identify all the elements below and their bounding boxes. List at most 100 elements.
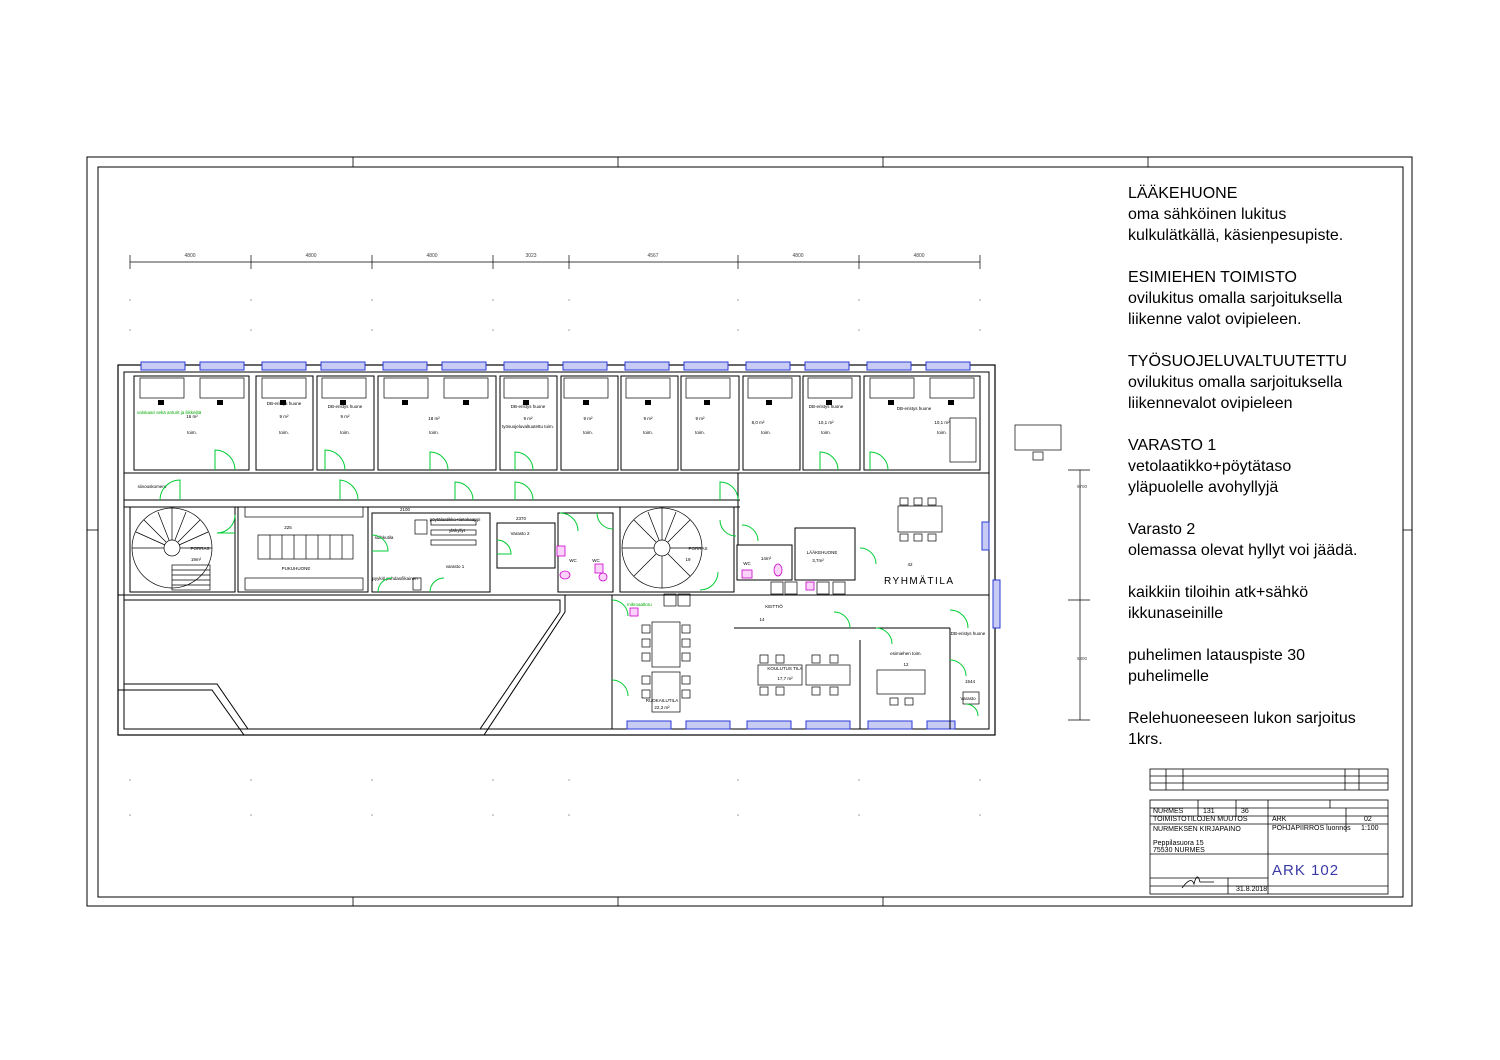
tb-block: 131 [1203, 808, 1215, 815]
dim-label: 1544 [965, 679, 976, 684]
note-line: LÄÄKEHUONE [1128, 185, 1238, 202]
note-line: yläpuolelle avohyllyjä [1128, 479, 1279, 496]
note-line: vetolaatikko+pöytätaso [1128, 458, 1292, 475]
room-label: esimiehen toim. [890, 651, 922, 656]
tb-address: Peppilasuora 15 [1153, 840, 1204, 847]
tb-scale: 1:100 [1361, 825, 1379, 832]
doors [159, 449, 979, 717]
room-label: 42 [907, 562, 913, 567]
note-esimiehen-toimisto: ESIMIEHEN TOIMISTO ovilukitus omalla sar… [1128, 267, 1398, 330]
room-label: toim. [340, 430, 350, 435]
room-label: KEITTIÖ [765, 603, 783, 609]
dim-label: 2100 [400, 507, 411, 512]
room-label: KOULUTUS TILA [767, 666, 802, 671]
room-label: toim. [937, 430, 947, 435]
note-line: 1krs. [1128, 731, 1163, 748]
tb-discipline: ARK [1272, 816, 1287, 823]
room-label: DB-eristys huone [897, 406, 932, 411]
note-line: oma sähköinen lukitus [1128, 206, 1287, 223]
note-line: liikenne valot ovipieleen. [1128, 311, 1302, 328]
note-line: kulkulätkällä, käsienpesupiste. [1128, 227, 1344, 244]
note-line: ovilukitus omalla sarjoituksella [1128, 374, 1343, 391]
tb-drawing-no: 02 [1364, 816, 1372, 823]
middle-walls [124, 473, 989, 729]
room-label: siivouskomero [138, 484, 167, 489]
room-label: toim. [695, 430, 705, 435]
room-label: 9 m² [341, 414, 351, 419]
note-line: Varasto 2 [1128, 521, 1196, 538]
room-label: toim. [821, 430, 831, 435]
room-label: DB-eristys huone [809, 404, 844, 409]
room-label: LÄÄKEHUONE [807, 549, 838, 555]
room-label: pöytälaatikko+tietokaappi [430, 517, 481, 522]
note-line: ikkunaseinille [1128, 605, 1224, 622]
note-varasto-1: VARASTO 1 vetolaatikko+pöytätaso yläpuol… [1128, 435, 1398, 498]
tb-content: POHJAPIIRROS luonnos [1272, 825, 1351, 832]
room-label: DB-eristys huone [267, 401, 302, 406]
room-label: pyykit/ puhdas/likainen [372, 576, 418, 581]
note-line: ovilukitus omalla sarjoituksella [1128, 290, 1343, 307]
dim-label: 3023 [525, 253, 536, 259]
room-label: 14 [759, 617, 765, 622]
room-label: toim. [429, 430, 439, 435]
note-line: VARASTO 1 [1128, 437, 1217, 454]
room-label: PORRAS [190, 546, 209, 551]
room-label: toim. [643, 430, 653, 435]
dim-label: 2370 [516, 516, 527, 521]
note-line: puhelimelle [1128, 668, 1209, 685]
note-laakehuone: LÄÄKEHUONE oma sähköinen lukitus kulkulä… [1128, 183, 1398, 246]
tb-client: NURMEKSEN KIRJAPAINO [1153, 826, 1241, 833]
tb-drawing-code: ARK 102 [1272, 862, 1340, 879]
room-label: 19m² [191, 557, 202, 562]
dim-label: 4800 [305, 253, 316, 259]
green-annotation: mikroaaltoru [627, 602, 652, 607]
tb-project: TOIMISTOTILOJEN MUUTOS [1153, 816, 1248, 823]
room-label: DB-eristys huone [511, 404, 546, 409]
room-label: 9 m² [524, 416, 534, 421]
note-latauspiste: puhelimen latauspiste 30 puhelimelle [1128, 645, 1398, 687]
tb-lot: 36 [1241, 808, 1249, 815]
dim-label: 5800 [1077, 656, 1088, 661]
room-label: toim. [187, 430, 197, 435]
note-line: kaikkiin tiloihin atk+sähkö [1128, 584, 1309, 601]
notes-panel: LÄÄKEHUONE oma sähköinen lukitus kulkulä… [1128, 183, 1398, 771]
room-label: WC [743, 561, 751, 566]
dimension-line-side [1068, 469, 1090, 721]
room-label: 12 [903, 662, 909, 667]
room-label: 10,1 m² [934, 420, 950, 425]
room-label: toim. [761, 430, 771, 435]
dim-label: 4567 [647, 253, 658, 259]
room-label: DB-eristys huone [328, 404, 363, 409]
room-label: 17,7 m² [777, 676, 793, 681]
furniture [641, 497, 980, 713]
room-label: toim. [583, 430, 593, 435]
room-label: 225 [284, 525, 292, 530]
note-line: ESIMIEHEN TOIMISTO [1128, 269, 1297, 286]
tb-place: NURMES [1153, 808, 1184, 815]
room-label: 8,0 m² [752, 420, 765, 425]
dim-label: 4800 [184, 253, 195, 259]
room-label: 9 m² [644, 416, 654, 421]
room-label: Varasto 2 [511, 531, 530, 536]
note-line: TYÖSUOJELUVALTUUTETTU [1128, 353, 1347, 370]
room-label: ylähyllyt [449, 528, 466, 533]
room-label: 9 m² [280, 414, 290, 419]
tb-date: 31.8.2018 [1236, 886, 1268, 893]
room-label: 18 m² [428, 416, 440, 421]
ryhmatila-label: RYHMÄTILA [884, 575, 955, 587]
note-line: Relehuoneeseen lukon sarjoitus [1128, 710, 1356, 727]
dim-label: 4800 [792, 253, 803, 259]
dim-label: 4800 [913, 253, 924, 259]
room-label: työsuojeluvaltuutettu toim. [502, 424, 554, 429]
note-relehuone: Relehuoneeseen lukon sarjoitus 1krs. [1128, 708, 1398, 750]
room-label: 9 m² [696, 416, 706, 421]
room-label: 14m² [761, 556, 772, 561]
room-label: toim. [279, 430, 289, 435]
room-label: 9 m² [584, 416, 594, 421]
note-tyosuojeluvaltuutettu: TYÖSUOJELUVALTUUTETTU ovilukitus omalla … [1128, 351, 1398, 414]
dim-label: 9700 [1077, 484, 1088, 489]
office-walls [124, 375, 989, 508]
room-label: RUOKAILUTILA [646, 698, 679, 703]
room-label: PORRAS [688, 546, 707, 551]
room-label: WC [569, 558, 577, 563]
